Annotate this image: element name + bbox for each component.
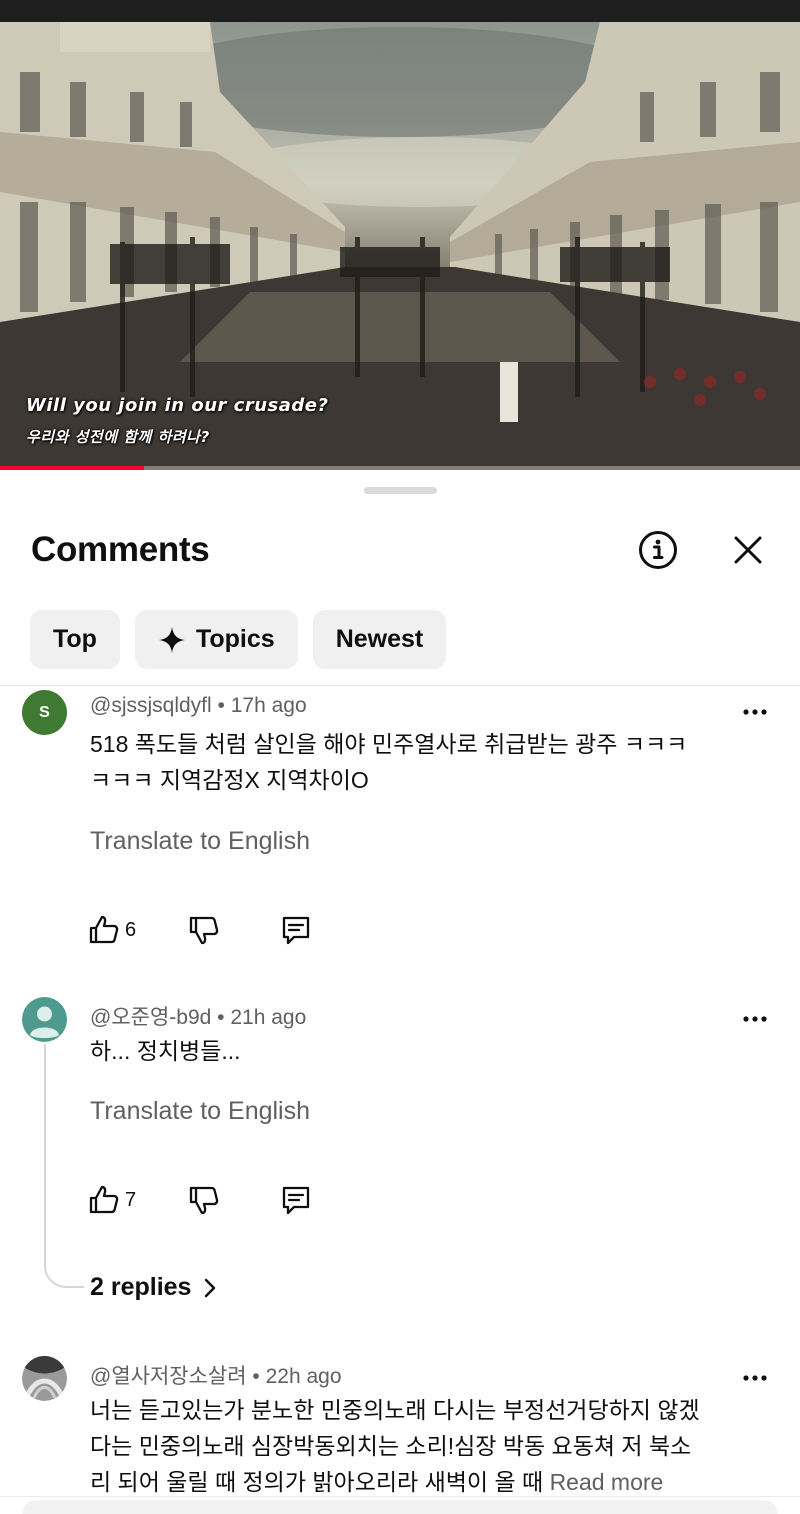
comment-actions: 7	[88, 1182, 312, 1218]
comment-more-button[interactable]	[738, 702, 772, 722]
more-vert-icon	[743, 1375, 767, 1381]
video-progress-fill	[0, 466, 144, 470]
view-replies-button[interactable]: 2 replies	[90, 1273, 221, 1302]
more-vert-icon	[743, 709, 767, 715]
filter-chips: Top Topics Newest	[30, 610, 447, 669]
comment-meta: @오준영-b9d • 21h ago	[90, 1001, 306, 1031]
thumbs-down-icon	[189, 1186, 219, 1215]
chip-top-label: Top	[53, 625, 97, 653]
comment-meta: @sjssjsqldyfl • 17h ago	[90, 694, 307, 718]
reply-button[interactable]	[280, 1184, 312, 1216]
meta-separator: •	[211, 1006, 231, 1029]
video-player[interactable]: Will you join in our crusade? 우리와 성전에 함께…	[0, 22, 800, 470]
comment-time: 21h ago	[230, 1006, 307, 1029]
comment-actions: 6	[88, 912, 312, 948]
comment-time: 17h ago	[230, 694, 307, 717]
sparkle-icon	[158, 626, 186, 654]
reply-icon	[282, 916, 310, 945]
comment-author[interactable]: @열사저장소살려	[90, 1365, 247, 1388]
more-vert-icon	[743, 1016, 767, 1022]
chip-newest[interactable]: Newest	[312, 610, 447, 669]
thumbs-up-icon	[89, 1185, 119, 1214]
comment-text-line: 하... 정치병들...	[90, 1038, 241, 1064]
comment-more-button[interactable]	[738, 1009, 772, 1029]
reply-button[interactable]	[280, 914, 312, 946]
thread-line	[44, 1044, 84, 1288]
drag-handle[interactable]	[364, 487, 437, 494]
like-button[interactable]: 7	[88, 1184, 136, 1216]
avatar[interactable]	[22, 1356, 67, 1401]
info-circle-icon	[639, 531, 677, 569]
header-divider	[0, 685, 800, 686]
subtitle-english: Will you join in our crusade?	[26, 395, 329, 416]
comment-meta: @열사저장소살려 • 22h ago	[90, 1360, 342, 1390]
subtitle-korean: 우리와 성전에 함께 하려나?	[26, 428, 210, 446]
like-count: 6	[125, 918, 137, 941]
like-count: 7	[125, 1188, 137, 1211]
read-more-button[interactable]: Read more	[550, 1469, 664, 1495]
comment-time: 22h ago	[265, 1365, 342, 1388]
close-icon	[734, 536, 762, 564]
info-button[interactable]	[636, 528, 680, 572]
comment-author[interactable]: @오준영-b9d	[90, 1006, 211, 1029]
dislike-button[interactable]	[188, 914, 220, 946]
chevron-right-icon	[205, 1278, 216, 1297]
reply-icon	[282, 1186, 310, 1215]
comment-more-button[interactable]	[738, 1368, 772, 1388]
comment-author[interactable]: @sjssjsqldyfl	[90, 694, 212, 717]
comment-text-line: ㅋㅋㅋ 지역감정X 지역차이O	[90, 767, 369, 793]
video-progress-bar[interactable]	[0, 466, 800, 470]
comment-text: 하... 정치병들...	[90, 1033, 740, 1069]
status-bar	[0, 0, 800, 22]
comment-text-line: 다는 민중의노래 심장박동외치는 소리!심장 박동 요동쳐 저 북소	[90, 1433, 692, 1459]
thumbs-up-icon	[89, 915, 119, 944]
avatar[interactable]	[22, 997, 67, 1042]
comment-text: 너는 듣고있는가 분노한 민중의노래 다시는 부정선거당하지 않겠 다는 민중의…	[90, 1392, 740, 1496]
comment-text-line: 518 폭도들 처럼 살인을 해야 민주열사로 취급받는 광주 ㅋㅋㅋ	[90, 731, 688, 757]
default-avatar-icon	[22, 997, 67, 1042]
dislike-button[interactable]	[188, 1184, 220, 1216]
comment-text-line: 리 되어 울릴 때 정의가 밝아오리라 새벽이 올 때	[90, 1469, 544, 1495]
comment-text: 518 폭도들 처럼 살인을 해야 민주열사로 취급받는 광주 ㅋㅋㅋ ㅋㅋㅋ …	[90, 726, 740, 798]
chip-newest-label: Newest	[335, 625, 424, 653]
replies-label: 2 replies	[90, 1273, 192, 1301]
chip-topics[interactable]: Topics	[134, 610, 298, 669]
translate-button[interactable]: Translate to English	[90, 827, 310, 856]
chip-top[interactable]: Top	[30, 610, 120, 669]
comments-sheet: Comments Top Topics Newest	[0, 472, 800, 1514]
translate-button[interactable]: Translate to English	[90, 1097, 310, 1126]
chip-topics-label: Topics	[195, 625, 275, 653]
close-button[interactable]	[726, 528, 770, 572]
avatar-image	[22, 1356, 67, 1401]
meta-separator: •	[211, 694, 231, 717]
avatar[interactable]: S	[22, 690, 67, 735]
avatar-letter: S	[39, 703, 50, 721]
comment-text-line: 너는 듣고있는가 분노한 민중의노래 다시는 부정선거당하지 않겠	[90, 1397, 700, 1423]
sheet-title: Comments	[31, 530, 210, 569]
comment-text-line-last: 리 되어 울릴 때 정의가 밝아오리라 새벽이 올 때 Read more	[90, 1464, 740, 1496]
add-comment-input[interactable]	[22, 1500, 778, 1514]
thumbs-down-icon	[189, 916, 219, 945]
like-button[interactable]: 6	[88, 914, 136, 946]
meta-separator: •	[246, 1365, 266, 1388]
